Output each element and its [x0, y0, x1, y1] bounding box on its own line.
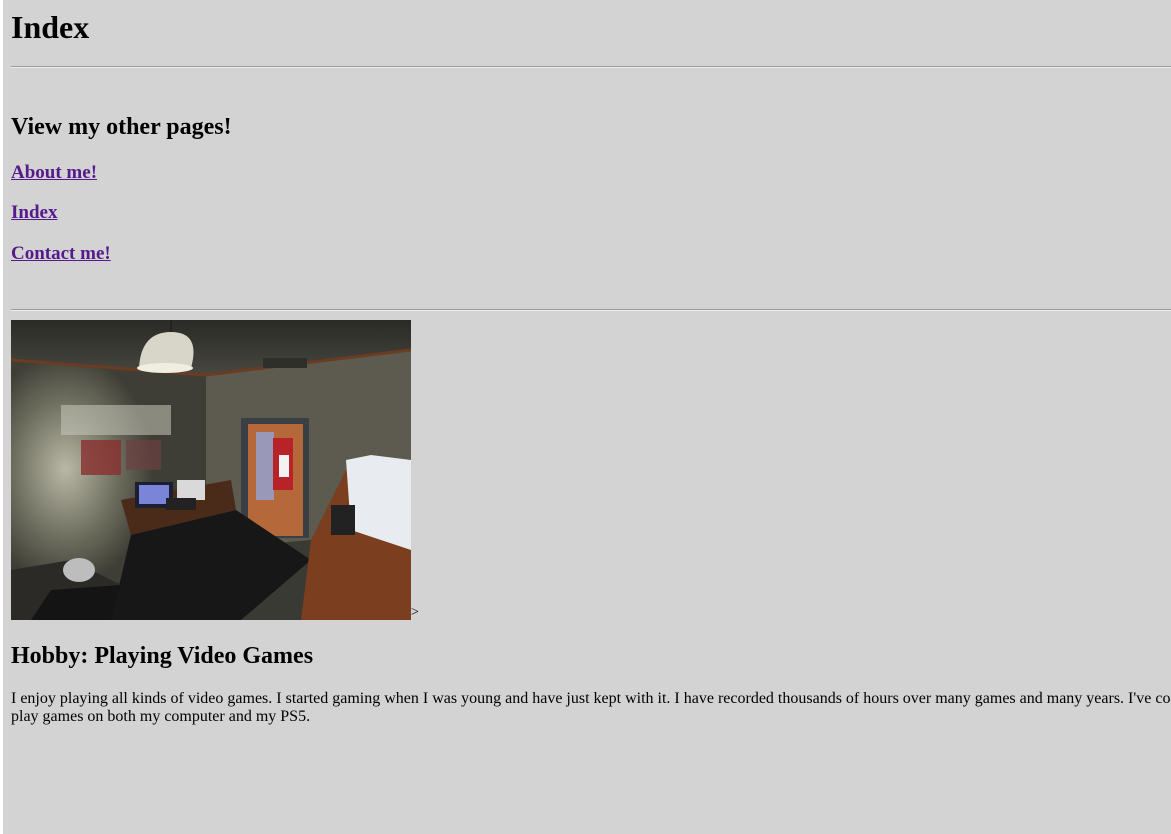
nav-heading: View my other pages! [11, 114, 232, 140]
link-index[interactable]: Index [11, 202, 57, 224]
hobby-heading: Hobby: Playing Video Games [11, 643, 314, 669]
hobby-text-line-1: I enjoy playing all kinds of video games… [11, 690, 1171, 707]
link-about-me[interactable]: About me! [11, 162, 97, 184]
divider-top [11, 66, 1171, 68]
gaming-room-image [11, 320, 411, 620]
hobby-paragraph: I enjoy playing all kinds of video games… [11, 690, 1171, 726]
page: Index View my other pages! About me! Ind… [0, 0, 1171, 834]
window-left-edge [0, 0, 3, 834]
stray-text: > [411, 605, 419, 620]
divider-middle [11, 309, 1171, 311]
hobby-text-line-2: play games on both my computer and my PS… [11, 708, 311, 725]
page-title: Index [11, 9, 90, 45]
link-contact-me[interactable]: Contact me! [11, 243, 111, 265]
gaming-room-photo [11, 320, 411, 620]
